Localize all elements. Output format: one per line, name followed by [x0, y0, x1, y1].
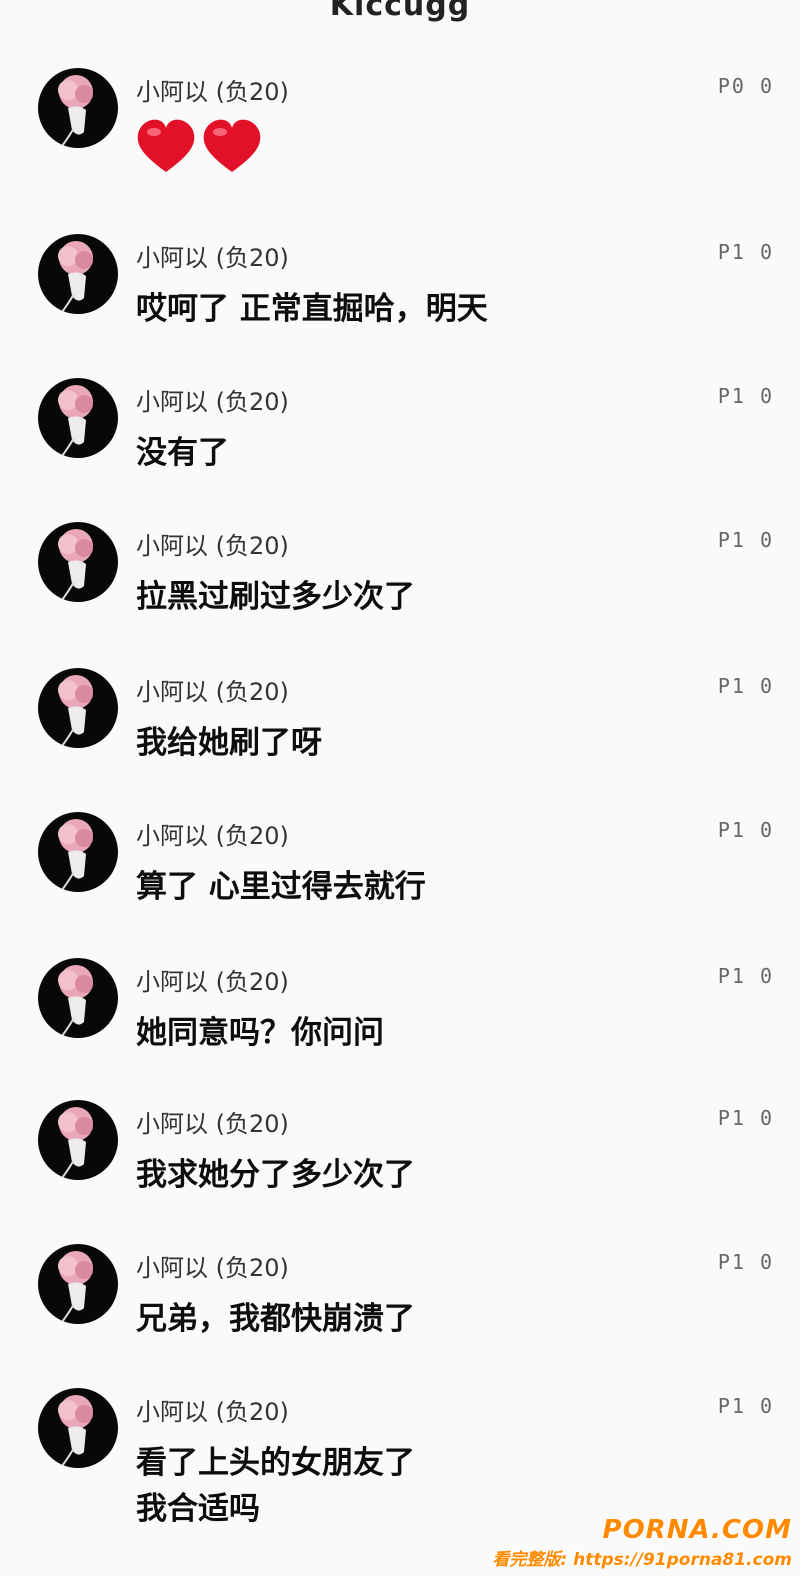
avatar-flower-icon: [58, 529, 93, 601]
watermark: PORNA.COM 看完整版: https://91porna81.com: [492, 1515, 792, 1570]
avatar[interactable]: [38, 1100, 118, 1180]
message-line: 我合适吗: [136, 1491, 260, 1527]
message-text: 我给她刷了呀: [136, 725, 322, 761]
avatar-flower-icon: [58, 75, 93, 147]
heart-icon: [137, 119, 195, 172]
avatar[interactable]: [38, 668, 118, 748]
avatar-flower-icon: [58, 1107, 93, 1179]
sender-name: 小阿以 (负20): [136, 678, 289, 706]
message-text: 看了上头的女朋友了 我合适吗: [136, 1440, 415, 1532]
sender-name: 小阿以 (负20): [136, 1398, 289, 1426]
timestamp: P0 0: [717, 74, 774, 98]
timestamp: P1 0: [717, 818, 774, 842]
message-text: 没有了: [136, 435, 229, 471]
avatar-flower-icon: [58, 385, 93, 457]
timestamp: P1 0: [717, 1394, 774, 1418]
sender-name: 小阿以 (负20): [136, 244, 289, 272]
watermark-url: 看完整版: https://91porna81.com: [492, 1550, 792, 1570]
avatar[interactable]: [38, 68, 118, 148]
chat-title: Kiccugg: [329, 0, 471, 23]
avatar[interactable]: [38, 378, 118, 458]
message-text: 哎呵了 正常直掘哈，明天: [136, 291, 488, 327]
timestamp: P1 0: [717, 1106, 774, 1130]
avatar-flower-icon: [58, 965, 93, 1037]
sender-name: 小阿以 (负20): [136, 532, 289, 560]
heart-icon: [203, 119, 261, 172]
timestamp: P1 0: [717, 384, 774, 408]
avatar[interactable]: [38, 522, 118, 602]
message-text: 兄弟，我都快崩溃了: [136, 1301, 415, 1337]
timestamp: P1 0: [717, 528, 774, 552]
sender-name: 小阿以 (负20): [136, 1110, 289, 1138]
avatar-flower-icon: [58, 241, 93, 313]
timestamp: P1 0: [717, 1250, 774, 1274]
timestamp: P1 0: [717, 964, 774, 988]
sender-name: 小阿以 (负20): [136, 822, 289, 850]
timestamp: P1 0: [717, 240, 774, 264]
message-text: 她同意吗？你问问: [136, 1015, 384, 1051]
avatar-flower-icon: [58, 1251, 93, 1323]
avatar[interactable]: [38, 812, 118, 892]
message-line: 看了上头的女朋友了: [136, 1445, 415, 1481]
avatar[interactable]: [38, 958, 118, 1038]
avatar-flower-icon: [58, 675, 93, 747]
sender-name: 小阿以 (负20): [136, 388, 289, 416]
watermark-brand: PORNA.COM: [602, 1515, 792, 1545]
message-hearts: [134, 116, 264, 176]
sender-name: 小阿以 (负20): [136, 78, 289, 106]
message-text: 拉黑过刷过多少次了: [136, 579, 415, 615]
avatar[interactable]: [38, 234, 118, 314]
message-text: 我求她分了多少次了: [136, 1157, 415, 1193]
avatar[interactable]: [38, 1388, 118, 1468]
avatar-flower-icon: [58, 1395, 93, 1467]
timestamp: P1 0: [717, 674, 774, 698]
message-text: 算了 心里过得去就行: [136, 869, 426, 905]
sender-name: 小阿以 (负20): [136, 968, 289, 996]
sender-name: 小阿以 (负20): [136, 1254, 289, 1282]
avatar[interactable]: [38, 1244, 118, 1324]
avatar-flower-icon: [58, 819, 93, 891]
